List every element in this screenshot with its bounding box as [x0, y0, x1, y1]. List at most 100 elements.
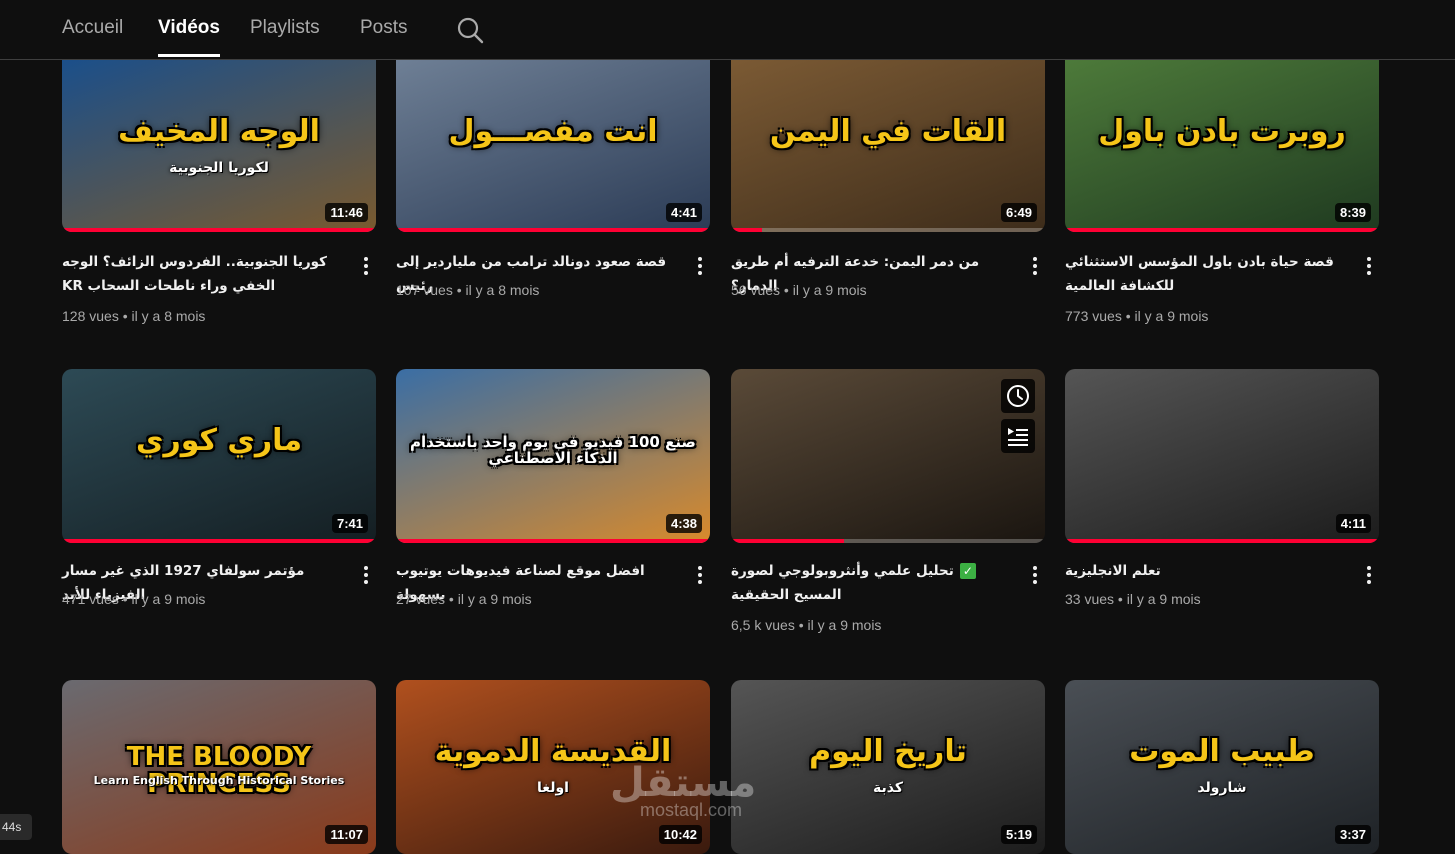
- thumbnail-headline: القات في اليمن: [769, 114, 1007, 149]
- video-meta: 6,5 k vues • il y a 9 mois: [731, 617, 881, 633]
- thumbnail-headline: ماري كوري: [135, 423, 303, 458]
- upload-age: il y a 9 mois: [1134, 308, 1209, 324]
- video-meta: 471 vues • il y a 9 mois: [62, 591, 205, 607]
- video-title-text: تحليل علمي وأنثروبولوجي لصورة المسيح الح…: [731, 563, 954, 603]
- thumbnail-headline: THE BLOODY PRINCESS: [126, 742, 312, 800]
- video-card[interactable]: روبرت بادن باول 8:39 قصة حياة بادن باول ال…: [1065, 60, 1379, 324]
- watch-progress-fill: [731, 228, 763, 232]
- meta-separator: •: [118, 591, 132, 607]
- upload-age: il y a 9 mois: [792, 282, 867, 298]
- video-title[interactable]: قصة حياة بادن باول المؤسس الاستثنائي للك…: [1065, 250, 1345, 298]
- video-thumbnail[interactable]: القات في اليمن 6:49: [731, 60, 1045, 232]
- video-meta: 56 vues • il y a 9 mois: [731, 282, 867, 298]
- meta-separator: •: [780, 282, 793, 298]
- upload-age: il y a 9 mois: [457, 591, 532, 607]
- video-thumbnail[interactable]: الوجه المخيف لكوريا الجنوبية 11:46: [62, 60, 376, 232]
- more-actions-icon[interactable]: [356, 563, 376, 587]
- view-count: 128 vues: [62, 308, 119, 324]
- upload-age: il y a 9 mois: [131, 591, 206, 607]
- video-card[interactable]: صنع 100 فيديو في يوم واحد باستخدام الذكا…: [396, 369, 710, 607]
- video-thumbnail[interactable]: [731, 369, 1045, 543]
- watch-progress-fill: [731, 539, 845, 543]
- watch-progress-fill: [62, 228, 376, 232]
- more-actions-icon[interactable]: [1359, 563, 1379, 587]
- more-actions-icon[interactable]: [1359, 254, 1379, 278]
- video-title[interactable]: كوريا الجنوبية.. الفردوس الزائف؟ الوجه ا…: [62, 250, 342, 298]
- video-thumbnail[interactable]: طبيب الموت شارولد 3:37: [1065, 680, 1379, 854]
- video-thumbnail[interactable]: ماري كوري 7:41: [62, 369, 376, 543]
- video-card[interactable]: الوجه المخيف لكوريا الجنوبية 11:46 كوريا ال…: [62, 60, 376, 324]
- video-title[interactable]: ✓ تحليل علمي وأنثروبولوجي لصورة المسيح ال…: [731, 559, 1011, 607]
- upload-age: il y a 8 mois: [131, 308, 206, 324]
- thumbnail-subheadline: كذبة: [873, 780, 903, 796]
- duration-badge: 6:49: [1000, 203, 1037, 222]
- duration-badge: 5:19: [1000, 825, 1037, 844]
- video-thumbnail[interactable]: صنع 100 فيديو في يوم واحد باستخدام الذكا…: [396, 369, 710, 543]
- video-thumbnail[interactable]: تاريخ اليوم كذبة 5:19: [731, 680, 1045, 854]
- video-card[interactable]: انت مفصـــول 4:41 قصة صعود دونالد ترامب من…: [396, 60, 710, 298]
- view-count: 33 vues: [1065, 591, 1115, 607]
- video-card[interactable]: القات في اليمن 6:49 من دمر اليمن: خدعة الت…: [731, 60, 1045, 298]
- check-mark-icon: ✓: [959, 563, 976, 579]
- meta-separator: •: [794, 617, 808, 633]
- video-card[interactable]: ✓ تحليل علمي وأنثروبولوجي لصورة المسيح ال…: [731, 369, 1045, 633]
- duration-badge: 7:41: [331, 514, 368, 533]
- more-actions-icon[interactable]: [356, 254, 376, 278]
- duration-badge: 11:07: [325, 825, 368, 844]
- upload-age: il y a 9 mois: [1126, 591, 1201, 607]
- video-title-text: كوريا الجنوبية.. الفردوس الزائف؟ الوجه ا…: [62, 254, 327, 294]
- video-title[interactable]: تعلم الانجليزية: [1065, 559, 1345, 583]
- tab-playlists[interactable]: Playlists: [250, 17, 320, 39]
- thumbnail-subheadline: شارولد: [1197, 780, 1247, 796]
- duration-badge: 4:38: [665, 514, 702, 533]
- duration-badge: 10:42: [658, 825, 702, 844]
- thumbnail-headline: صنع 100 فيديو في يوم واحد باستخدام الذكا…: [410, 433, 696, 467]
- duration-badge: 3:37: [1334, 825, 1371, 844]
- more-actions-icon[interactable]: [1025, 254, 1045, 278]
- view-count: 56 vues: [731, 282, 781, 298]
- thumbnail-subheadline: لكوريا الجنوبية: [169, 160, 269, 176]
- watch-progress-fill: [396, 539, 710, 543]
- watch-progress-track: [731, 228, 1045, 232]
- thumbnail-headline: انت مفصـــول: [448, 114, 658, 149]
- video-card[interactable]: ماري كوري 7:41 مؤتمر سولفاي 1927 الذي غير …: [62, 369, 376, 607]
- duration-badge: 8:39: [1334, 203, 1371, 222]
- watch-progress-fill: [396, 228, 710, 232]
- watch-later-icon[interactable]: [1001, 379, 1035, 413]
- more-actions-icon[interactable]: [690, 254, 710, 278]
- video-thumbnail[interactable]: روبرت بادن باول 8:39: [1065, 60, 1379, 232]
- video-card[interactable]: تاريخ اليوم كذبة 5:19: [731, 680, 1045, 854]
- view-count: 6,5 k vues: [731, 617, 795, 633]
- tab-videos[interactable]: Vidéos: [158, 17, 220, 57]
- tab-accueil[interactable]: Accueil: [62, 17, 123, 39]
- thumbnail-headline: الوجه المخيف: [118, 114, 320, 149]
- watermark-url: mostaql.com: [640, 800, 743, 820]
- thumbnail-headline: روبرت بادن باول: [1098, 114, 1346, 149]
- watch-progress-fill: [1065, 228, 1379, 232]
- video-card[interactable]: طبيب الموت شارولد 3:37: [1065, 680, 1379, 854]
- meta-separator: •: [118, 308, 132, 324]
- watch-progress-fill: [62, 539, 376, 543]
- view-count: 773 vues: [1065, 308, 1122, 324]
- meta-separator: •: [1114, 591, 1127, 607]
- meta-separator: •: [1121, 308, 1135, 324]
- watch-progress-fill: [1065, 539, 1379, 543]
- view-count: 471 vues: [62, 591, 119, 607]
- video-thumbnail[interactable]: انت مفصـــول 4:41: [396, 60, 710, 232]
- video-card[interactable]: THE BLOODY PRINCESS Learn English Through…: [62, 680, 376, 854]
- video-card[interactable]: 4:11 تعلم الانجليزية 33 vues • il y a 9 mo…: [1065, 369, 1379, 607]
- view-count: 27 vues: [396, 591, 446, 607]
- view-count: 107 vues: [396, 282, 453, 298]
- meta-separator: •: [445, 591, 458, 607]
- video-thumbnail[interactable]: 4:11: [1065, 369, 1379, 543]
- more-actions-icon[interactable]: [690, 563, 710, 587]
- tab-posts[interactable]: Posts: [360, 17, 408, 39]
- video-thumbnail[interactable]: THE BLOODY PRINCESS Learn English Through…: [62, 680, 376, 854]
- search-icon[interactable]: [456, 16, 484, 44]
- video-meta: 773 vues • il y a 9 mois: [1065, 308, 1208, 324]
- status-badge: 44s: [0, 814, 32, 840]
- video-meta: 128 vues • il y a 8 mois: [62, 308, 205, 324]
- add-to-queue-icon[interactable]: [1001, 419, 1035, 453]
- video-title-text: تعلم الانجليزية: [1065, 563, 1161, 579]
- more-actions-icon[interactable]: [1025, 563, 1045, 587]
